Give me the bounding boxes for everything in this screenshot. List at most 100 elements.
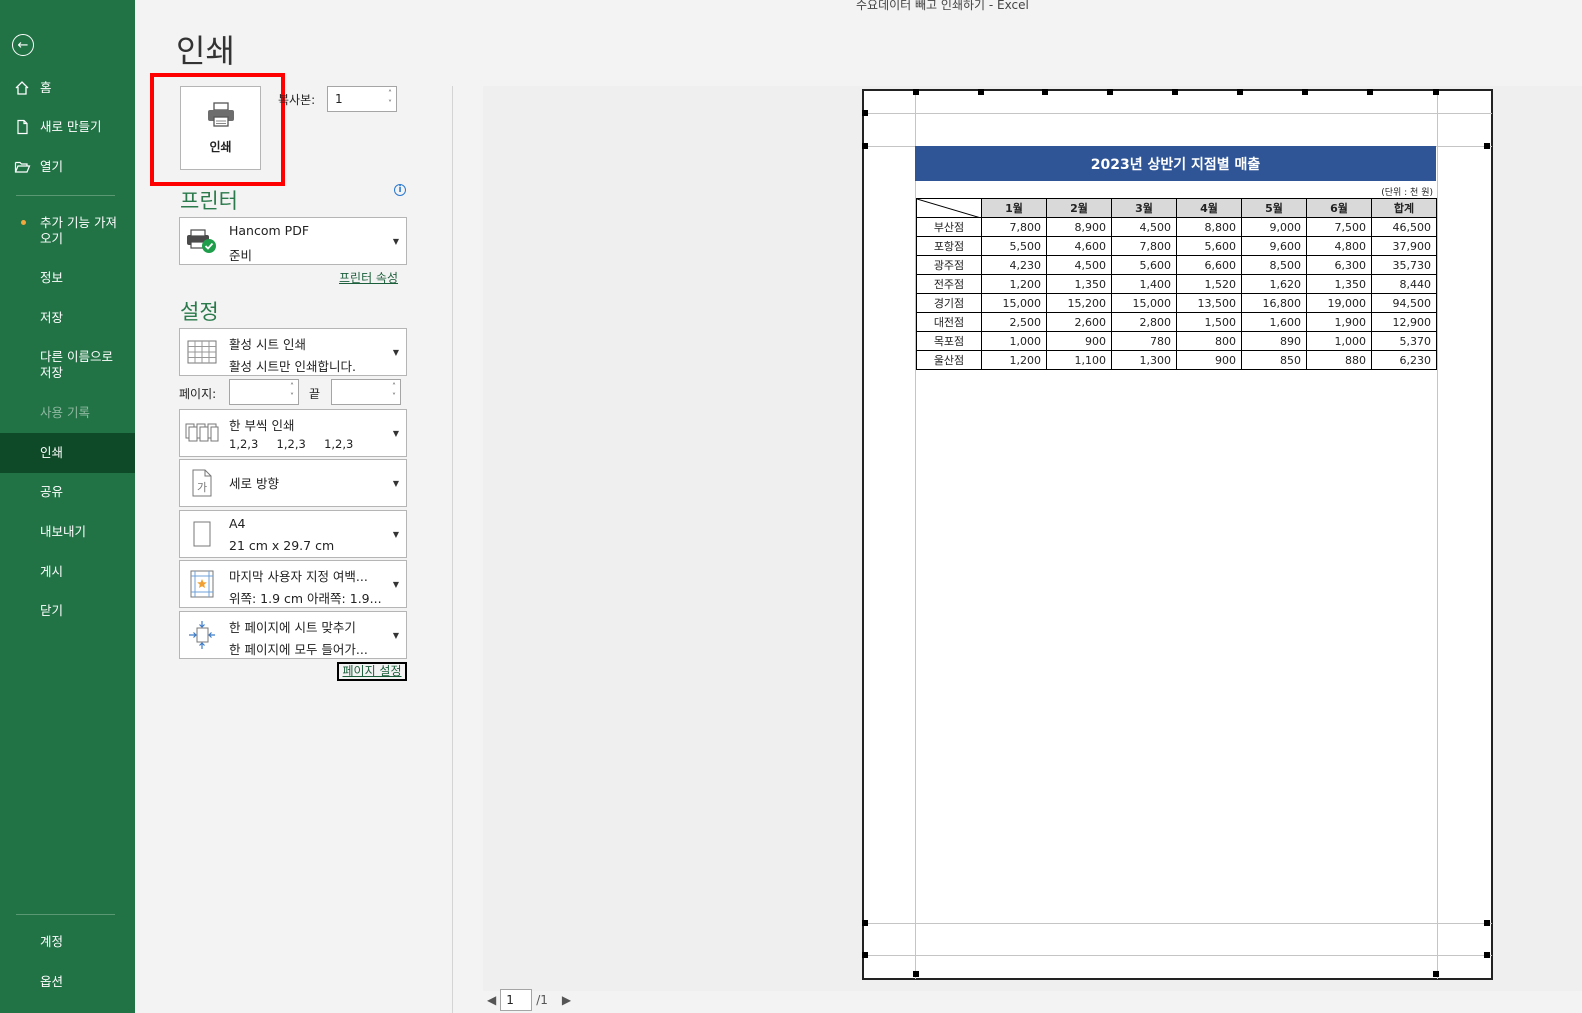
margin-handle[interactable] [1484, 143, 1490, 149]
column-handle[interactable] [1042, 89, 1048, 95]
pages-from-input[interactable]: ˄ ˅ [229, 379, 299, 405]
orientation-dropdown[interactable]: 가 세로 방향 ▼ [179, 459, 407, 507]
sidebar-item-label: 저장 [40, 310, 64, 325]
previous-page-icon[interactable]: ◀ [487, 993, 496, 1007]
back-arrow-icon[interactable]: ← [12, 34, 34, 56]
column-handle[interactable] [1237, 89, 1243, 95]
sidebar-item-label: 홈 [40, 80, 52, 95]
paper-size-dropdown[interactable]: A4 21 cm x 29.7 cm ▼ [179, 510, 407, 558]
panel-divider [452, 86, 453, 1013]
home-icon [14, 80, 38, 100]
margin-handle[interactable] [862, 143, 868, 149]
margins-dropdown[interactable]: 마지막 사용자 지정 여백... 위쪽: 1.9 cm 아래쪽: 1.9... … [179, 560, 407, 608]
margin-handle[interactable] [862, 952, 868, 958]
current-page-input[interactable]: 1 [500, 989, 533, 1011]
value-cell: 5,600 [1176, 236, 1242, 256]
chevron-down-icon: ▼ [392, 479, 399, 488]
sidebar-item-save-as[interactable]: 다른 이름으로 저장 [0, 349, 135, 381]
pages-to-input[interactable]: ˄ ˅ [331, 379, 401, 405]
printer-section-title: 프린터 [180, 189, 238, 213]
column-header: 6월 [1306, 198, 1372, 218]
column-handle[interactable] [1433, 89, 1439, 95]
printer-dropdown[interactable]: Hancom PDF 준비 ▼ [179, 217, 407, 265]
value-cell: 1,620 [1241, 274, 1307, 294]
column-handle[interactable] [1107, 89, 1113, 95]
page-navigator: ◀ 1 /1 ▶ [487, 989, 571, 1011]
orientation-line1: 세로 방향 [229, 476, 279, 491]
sidebar-item-get-addins[interactable]: 추가 기능 가져 오기 [0, 215, 135, 247]
sidebar-item-share[interactable]: 공유 [0, 484, 135, 500]
margin-handle[interactable] [1433, 971, 1439, 977]
value-cell: 15,000 [981, 293, 1047, 313]
copies-spinner[interactable]: 1 ˄ ˅ [327, 86, 397, 112]
value-cell: 9,600 [1241, 236, 1307, 256]
chevron-down-icon: ▼ [392, 429, 399, 438]
value-cell: 1,600 [1241, 312, 1307, 332]
table-row: 부산점 7,800 8,900 4,500 8,800 9,000 7,500 46,500 [916, 217, 1437, 237]
value-cell: 8,800 [1176, 217, 1242, 237]
copies-value: 1 [335, 92, 343, 106]
column-header: 1월 [981, 198, 1047, 218]
value-cell: 19,000 [1306, 293, 1372, 313]
sidebar-item-home[interactable]: 홈 [0, 80, 135, 100]
sidebar-item-close[interactable]: 닫기 [0, 603, 135, 619]
sidebar-item-publish[interactable]: 게시 [0, 564, 135, 580]
sidebar-item-info[interactable]: 정보 [0, 270, 135, 286]
column-handle[interactable] [1172, 89, 1178, 95]
branch-name-cell: 울산점 [916, 350, 982, 370]
table-row: 경기점 15,000 15,200 15,000 13,500 16,800 19,000 9… [916, 293, 1437, 313]
column-handle[interactable] [1302, 89, 1308, 95]
value-cell: 46,500 [1371, 217, 1437, 237]
value-cell: 2,800 [1111, 312, 1177, 332]
collated-pages-icon [185, 418, 219, 448]
margin-handle[interactable] [862, 920, 868, 926]
info-icon[interactable]: i [394, 184, 406, 196]
sidebar-item-new[interactable]: 새로 만들기 [0, 119, 135, 139]
chevron-down-icon: ▼ [392, 580, 399, 589]
next-page-icon[interactable]: ▶ [562, 993, 571, 1007]
spinner-arrows-icon[interactable]: ˄ ˅ [392, 382, 396, 402]
sidebar-item-print[interactable]: 인쇄 [0, 433, 135, 473]
spinner-arrows-icon[interactable]: ˄ ˅ [290, 382, 294, 402]
sheet-title: 2023년 상반기 지점별 매출 [915, 146, 1436, 181]
scaling-dropdown[interactable]: 한 페이지에 시트 맞추기 한 페이지에 모두 들어가... ▼ [179, 611, 407, 659]
column-handle[interactable] [913, 89, 919, 95]
column-header: 4월 [1176, 198, 1242, 218]
page-setup-link[interactable]: 페이지 설정 [337, 662, 407, 681]
sidebar-item-options[interactable]: 옵션 [0, 974, 135, 990]
pages-to-label: 끝 [309, 387, 321, 401]
collation-dropdown[interactable]: 한 부씩 인쇄 1,2,3 1,2,3 1,2,3 ▼ [179, 409, 407, 457]
paper-size-line1: A4 [229, 516, 246, 531]
svg-text:가: 가 [197, 481, 207, 494]
paper-size-line2: 21 cm x 29.7 cm [229, 538, 335, 553]
margin-handle[interactable] [1484, 952, 1490, 958]
value-cell: 4,500 [1046, 255, 1112, 275]
pages-label: 페이지: [179, 387, 217, 401]
sidebar-item-open[interactable]: 열기 [0, 159, 135, 179]
value-cell: 780 [1111, 331, 1177, 351]
window-title: 수요데이터 빼고 인쇄하기 - Excel [856, 0, 1029, 12]
spinner-arrows-icon[interactable]: ˄ ˅ [388, 89, 392, 109]
sidebar-item-label: 내보내기 [40, 524, 87, 539]
printer-properties-link[interactable]: 프린터 속성 [339, 269, 398, 286]
chevron-down-icon: ▼ [392, 348, 399, 357]
margins-line1: 마지막 사용자 지정 여백... [229, 569, 368, 584]
margin-guide [863, 113, 1492, 114]
value-cell: 9,000 [1241, 217, 1307, 237]
sidebar-item-account[interactable]: 계정 [0, 934, 135, 950]
margin-handle[interactable] [862, 110, 868, 116]
margin-guide [863, 923, 1492, 924]
branch-name-cell: 경기점 [916, 293, 982, 313]
margin-handle[interactable] [913, 971, 919, 977]
sidebar-item-save[interactable]: 저장 [0, 310, 135, 326]
value-cell: 7,800 [981, 217, 1047, 237]
collation-line2: 1,2,3 1,2,3 1,2,3 [229, 437, 354, 451]
column-handle[interactable] [1367, 89, 1373, 95]
column-handle[interactable] [978, 89, 984, 95]
sidebar-item-label: 공유 [40, 484, 64, 499]
table-row: 울산점 1,200 1,100 1,300 900 850 880 6,230 [916, 350, 1437, 370]
print-what-dropdown[interactable]: 활성 시트 인쇄 활성 시트만 인쇄합니다. ▼ [179, 328, 407, 376]
sidebar-item-export[interactable]: 내보내기 [0, 524, 135, 540]
margin-handle[interactable] [1484, 920, 1490, 926]
sales-table: 1월 2월 3월 4월 5월 6월 합계 부산점 7,800 8,900 4,500 8… [916, 198, 1437, 370]
